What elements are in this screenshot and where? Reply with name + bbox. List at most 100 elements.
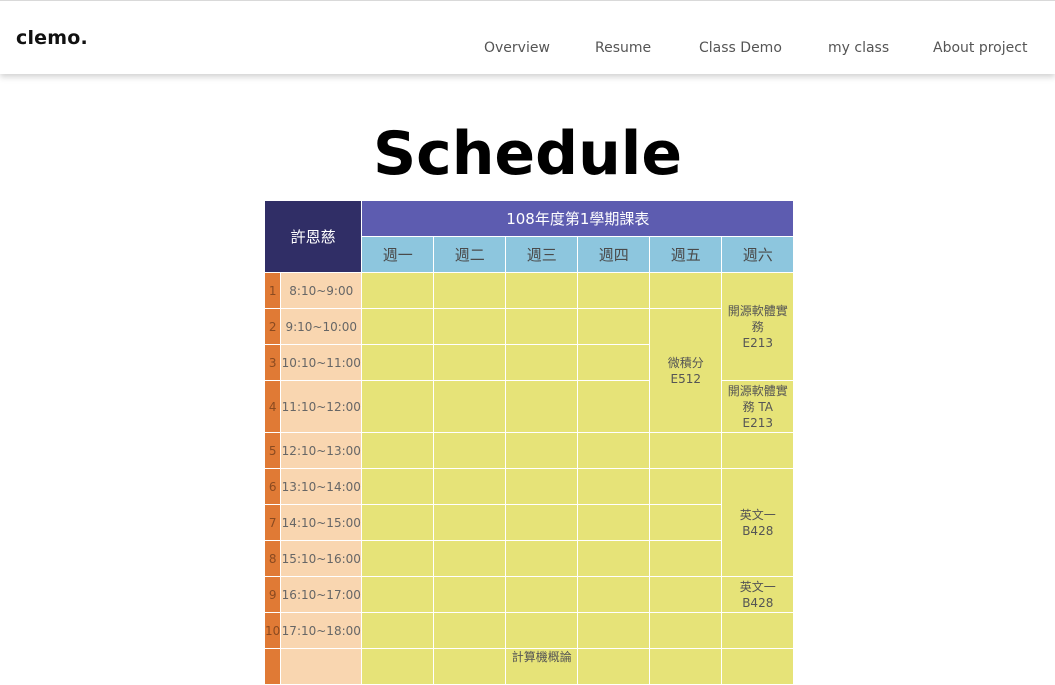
period-number: 5 xyxy=(263,432,282,469)
course-english: 英文一 B428 xyxy=(721,468,795,577)
course-room: B428 xyxy=(742,523,774,538)
period-time: 12:10~13:00 xyxy=(280,432,363,469)
empty-slot xyxy=(577,468,651,505)
empty-slot xyxy=(361,504,435,541)
course-room: B428 xyxy=(742,595,774,610)
empty-slot xyxy=(361,576,435,613)
period-number: 8 xyxy=(263,540,282,577)
course-name: 計算機概論 xyxy=(511,650,572,664)
owner-name: 許恩慈 xyxy=(263,200,363,273)
period-number: 9 xyxy=(263,576,282,613)
period-number: 2 xyxy=(263,308,282,345)
empty-slot xyxy=(721,612,795,649)
course-room: E213 xyxy=(742,415,774,430)
period-time: 17:10~18:00 xyxy=(280,612,363,649)
day-header: 週三 xyxy=(505,236,579,273)
empty-slot xyxy=(649,468,723,505)
empty-slot xyxy=(361,540,435,577)
period-time: 8:10~9:00 xyxy=(280,272,363,309)
empty-slot xyxy=(577,576,651,613)
course-room: E512 xyxy=(670,371,702,386)
empty-slot xyxy=(505,504,579,541)
empty-slot xyxy=(433,272,507,309)
period-time: 11:10~12:00 xyxy=(280,380,363,433)
empty-slot xyxy=(649,432,723,469)
period-time: 9:10~10:00 xyxy=(280,308,363,345)
empty-slot xyxy=(649,612,723,649)
empty-slot xyxy=(361,344,435,381)
period-time: 15:10~16:00 xyxy=(280,540,363,577)
empty-slot xyxy=(361,612,435,649)
empty-slot xyxy=(361,648,435,685)
empty-slot xyxy=(433,468,507,505)
empty-slot xyxy=(649,576,723,613)
empty-slot xyxy=(361,468,435,505)
empty-slot xyxy=(649,648,723,685)
empty-slot xyxy=(577,540,651,577)
empty-slot xyxy=(505,272,579,309)
period-number: 7 xyxy=(263,504,282,541)
empty-slot xyxy=(649,272,723,309)
course-oss-ta: 開源軟體實務 TA E213 xyxy=(721,380,795,433)
empty-slot xyxy=(721,648,795,685)
day-header: 週一 xyxy=(361,236,435,273)
period-number: 10 xyxy=(263,612,282,649)
empty-slot xyxy=(721,432,795,469)
period-time xyxy=(280,648,363,685)
empty-slot xyxy=(505,380,579,433)
nav-my-class[interactable]: my class xyxy=(828,40,889,56)
empty-slot xyxy=(649,540,723,577)
period-number: 3 xyxy=(263,344,282,381)
day-header: 週二 xyxy=(433,236,507,273)
empty-slot xyxy=(433,612,507,649)
empty-slot xyxy=(361,380,435,433)
course-english: 英文一 B428 xyxy=(721,576,795,613)
course-name: 英文一 xyxy=(739,507,776,522)
nav-about-project[interactable]: About project xyxy=(933,40,1027,56)
empty-slot xyxy=(505,540,579,577)
period-number: 1 xyxy=(263,272,282,309)
empty-slot xyxy=(577,380,651,433)
period-time: 16:10~17:00 xyxy=(280,576,363,613)
empty-slot xyxy=(577,272,651,309)
empty-slot xyxy=(505,468,579,505)
nav-resume[interactable]: Resume xyxy=(595,40,651,56)
empty-slot xyxy=(433,648,507,685)
empty-slot xyxy=(505,344,579,381)
nav-overview[interactable]: Overview xyxy=(484,40,550,56)
empty-slot xyxy=(577,612,651,649)
course-calculus: 微積分 E512 xyxy=(649,308,723,433)
empty-slot xyxy=(433,504,507,541)
empty-slot xyxy=(433,576,507,613)
period-time: 14:10~15:00 xyxy=(280,504,363,541)
course-room: E213 xyxy=(742,335,774,350)
empty-slot xyxy=(505,612,579,649)
nav-class-demo[interactable]: Class Demo xyxy=(699,40,782,56)
semester-title: 108年度第1學期課表 xyxy=(361,200,795,237)
period-number: 4 xyxy=(263,380,282,433)
period-number xyxy=(263,648,282,685)
page-title: Schedule xyxy=(372,119,683,190)
course-name: 英文一 xyxy=(739,579,776,594)
empty-slot xyxy=(361,308,435,345)
empty-slot xyxy=(433,432,507,469)
course-name: 開源軟體實務 xyxy=(727,303,788,334)
empty-slot xyxy=(433,344,507,381)
empty-slot xyxy=(577,308,651,345)
day-header: 週五 xyxy=(649,236,723,273)
empty-slot xyxy=(577,432,651,469)
empty-slot xyxy=(433,540,507,577)
empty-slot xyxy=(433,308,507,345)
course-name: 微積分 xyxy=(667,355,704,370)
empty-slot xyxy=(361,432,435,469)
empty-slot xyxy=(577,344,651,381)
empty-slot xyxy=(649,504,723,541)
empty-slot xyxy=(505,432,579,469)
brand-logo[interactable]: clemo. xyxy=(16,27,88,49)
day-header: 週六 xyxy=(721,236,795,273)
day-header: 週四 xyxy=(577,236,651,273)
empty-slot xyxy=(361,272,435,309)
period-time: 13:10~14:00 xyxy=(280,468,363,505)
empty-slot xyxy=(505,308,579,345)
period-time: 10:10~11:00 xyxy=(280,344,363,381)
